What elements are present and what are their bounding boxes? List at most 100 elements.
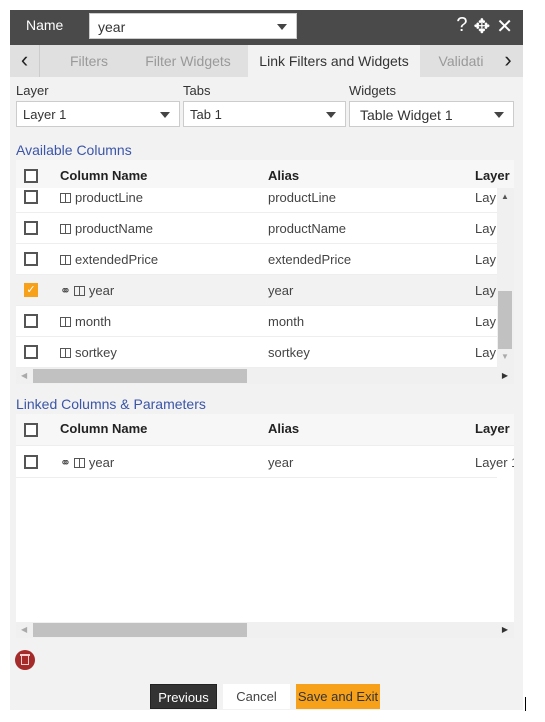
scroll-right-icon[interactable]: ▶ bbox=[502, 625, 508, 634]
alias-cell: productName bbox=[268, 221, 347, 236]
tab-next-arrow-icon[interactable]: › bbox=[493, 45, 523, 77]
tab-bar: ‹ Filters Filter Widgets Link Filters an… bbox=[10, 45, 523, 77]
tabs-select[interactable]: Tab 1 bbox=[183, 101, 346, 127]
column-name-cell: ⚭ year bbox=[60, 455, 114, 471]
row-checkbox[interactable]: ✓ bbox=[24, 283, 38, 297]
available-columns-table: Column Name Alias Layer productLine produ… bbox=[16, 160, 514, 368]
save-and-exit-button[interactable]: Save and Exit bbox=[296, 684, 380, 709]
name-value: year bbox=[98, 19, 126, 35]
linked-columns-table: Column Name Alias Layer ⚭ year year Layer 1 bbox=[16, 414, 514, 622]
layer-cell: Lay bbox=[475, 190, 496, 205]
trash-icon bbox=[21, 656, 29, 665]
column-name-cell: productName bbox=[60, 221, 153, 236]
tab-filters[interactable]: Filters bbox=[50, 45, 128, 77]
row-checkbox[interactable] bbox=[24, 455, 38, 469]
column-name-header: Column Name bbox=[60, 168, 148, 183]
column-name-cell: sortkey bbox=[60, 345, 117, 360]
scrollbar-thumb[interactable] bbox=[33, 623, 247, 637]
chevron-down-icon bbox=[160, 112, 170, 118]
column-name: year bbox=[88, 283, 115, 298]
dialog-header: Name year ? ✥ ✕ bbox=[10, 10, 523, 45]
layer-cell: Lay bbox=[475, 345, 496, 360]
column-icon bbox=[60, 255, 71, 265]
select-all-checkbox[interactable] bbox=[24, 169, 38, 183]
available-columns-title: Available Columns bbox=[16, 142, 132, 158]
layer-cell: Lay bbox=[475, 221, 496, 236]
row-checkbox[interactable] bbox=[24, 252, 38, 266]
layer-label: Layer bbox=[16, 83, 49, 98]
scrollbar-thumb[interactable] bbox=[498, 291, 512, 349]
link-icon: ⚭ bbox=[60, 283, 71, 298]
column-icon bbox=[73, 286, 85, 296]
column-name: productName bbox=[75, 221, 154, 236]
horizontal-scrollbar[interactable]: ◀ ▶ bbox=[16, 622, 514, 638]
layer-select[interactable]: Layer 1 bbox=[16, 101, 180, 127]
column-name: productLine bbox=[75, 190, 143, 205]
widgets-label: Widgets bbox=[349, 83, 396, 98]
column-icon bbox=[60, 317, 71, 327]
table-row[interactable]: ⚭ year year Layer 1 bbox=[16, 447, 514, 478]
column-name: year bbox=[88, 455, 115, 470]
help-icon[interactable]: ? bbox=[456, 14, 467, 39]
table-row[interactable]: sortkey sortkey Lay bbox=[16, 337, 497, 368]
table-row[interactable]: extendedPrice extendedPrice Lay bbox=[16, 244, 497, 275]
layer-cell: Lay bbox=[475, 314, 496, 329]
horizontal-scrollbar[interactable]: ◀ ▶ bbox=[16, 368, 514, 384]
tab-prev-arrow-icon[interactable]: ‹ bbox=[10, 45, 40, 77]
move-icon[interactable]: ✥ bbox=[473, 14, 490, 39]
column-name-cell: extendedPrice bbox=[60, 252, 158, 267]
scroll-left-icon[interactable]: ◀ bbox=[21, 625, 27, 634]
alias-cell: month bbox=[268, 314, 305, 329]
tab-link-filters-and-widgets[interactable]: Link Filters and Widgets bbox=[248, 45, 420, 77]
select-all-checkbox[interactable] bbox=[24, 423, 38, 437]
row-checkbox[interactable] bbox=[24, 345, 38, 359]
column-icon bbox=[73, 458, 85, 468]
column-name: sortkey bbox=[75, 345, 117, 360]
tab-filter-widgets[interactable]: Filter Widgets bbox=[138, 45, 238, 77]
scroll-left-icon[interactable]: ◀ bbox=[21, 371, 27, 380]
layer-header: Layer bbox=[475, 168, 510, 183]
layer-cell: Lay bbox=[475, 252, 496, 267]
link-icon: ⚭ bbox=[60, 455, 71, 470]
scroll-down-icon[interactable]: ▼ bbox=[501, 352, 509, 361]
column-name: extendedPrice bbox=[75, 252, 159, 267]
table-row[interactable]: productLine productLine Lay bbox=[16, 188, 497, 213]
widgets-select[interactable]: Table Widget 1 bbox=[349, 101, 514, 127]
layer-cell: Lay bbox=[475, 283, 496, 298]
delete-button[interactable] bbox=[15, 650, 35, 670]
column-icon bbox=[60, 224, 71, 234]
text-cursor bbox=[525, 697, 526, 711]
column-icon bbox=[60, 348, 71, 358]
column-icon bbox=[60, 193, 71, 203]
row-checkbox[interactable] bbox=[24, 221, 38, 235]
row-checkbox[interactable] bbox=[24, 314, 38, 328]
scroll-up-icon[interactable]: ▲ bbox=[501, 192, 509, 201]
cancel-button[interactable]: Cancel bbox=[223, 684, 290, 709]
column-name-cell: productLine bbox=[60, 190, 143, 205]
tabs-value: Tab 1 bbox=[190, 107, 222, 122]
alias-cell: productLine bbox=[268, 190, 336, 205]
chevron-down-icon bbox=[326, 112, 336, 118]
scrollbar-thumb[interactable] bbox=[33, 369, 247, 383]
alias-cell: year bbox=[268, 455, 294, 470]
alias-cell: sortkey bbox=[268, 345, 310, 360]
name-select[interactable]: year bbox=[89, 13, 297, 39]
vertical-scrollbar[interactable]: ▲ ▼ bbox=[497, 188, 514, 368]
alias-header: Alias bbox=[268, 168, 300, 183]
table-row[interactable]: ✓ ⚭ year year Lay bbox=[16, 275, 497, 306]
close-icon[interactable]: ✕ bbox=[496, 14, 513, 39]
previous-button[interactable]: Previous bbox=[150, 684, 217, 709]
table-row[interactable]: productName productName Lay bbox=[16, 213, 497, 244]
table-row[interactable]: month month Lay bbox=[16, 306, 497, 337]
column-name: month bbox=[75, 314, 112, 329]
alias-cell: extendedPrice bbox=[268, 252, 352, 267]
tabs-label: Tabs bbox=[183, 83, 211, 98]
scroll-right-icon[interactable]: ▶ bbox=[502, 371, 508, 380]
name-label: Name bbox=[26, 17, 64, 33]
layer-value: Layer 1 bbox=[23, 107, 67, 122]
row-checkbox[interactable] bbox=[24, 190, 38, 204]
tab-validation[interactable]: Validati bbox=[430, 45, 492, 77]
linked-columns-title: Linked Columns & Parameters bbox=[16, 396, 206, 412]
widgets-value: Table Widget 1 bbox=[360, 107, 453, 123]
column-name-cell: month bbox=[60, 314, 111, 329]
